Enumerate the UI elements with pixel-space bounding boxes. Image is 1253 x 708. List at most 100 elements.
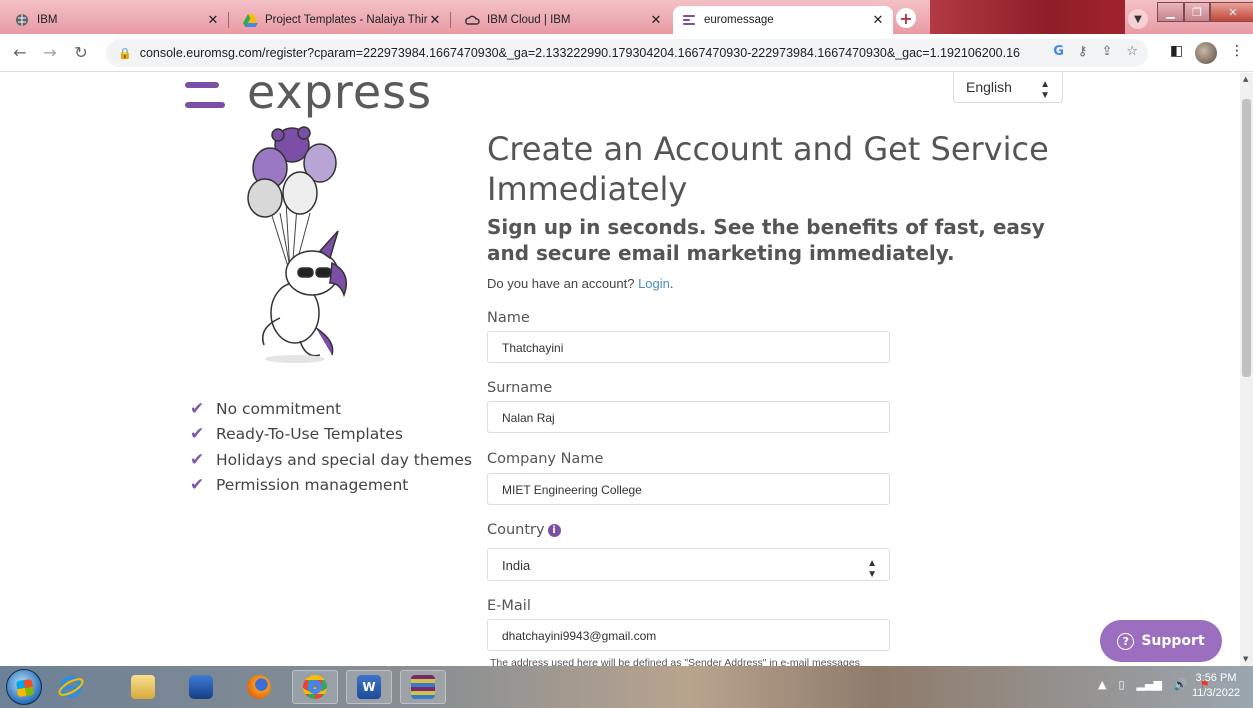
account-prompt-text: Do you have an account? [487, 276, 635, 291]
chrome-icon[interactable] [292, 670, 338, 704]
reload-icon[interactable]: ↻ [71, 43, 91, 62]
tab-title: IBM Cloud | IBM [487, 14, 571, 26]
feature-item: ✔ Holidays and special day themes [190, 447, 472, 473]
support-label: Support [1141, 633, 1205, 649]
omnibox-icons: G ⚷ ⇪ ☆ [1053, 44, 1138, 59]
tab-project-templates[interactable]: Project Templates - Nalaiya Thira ✕ [234, 6, 451, 34]
tab-search-icon[interactable]: ▼ [1128, 9, 1148, 29]
address-bar[interactable]: 🔒 console.euromsg.com/register?cparam=22… [106, 39, 1148, 67]
support-button[interactable]: ? Support [1100, 620, 1222, 662]
logo-word: express [247, 73, 433, 119]
email-hint: The address used here will be defined as… [490, 657, 860, 666]
profile-avatar[interactable] [1195, 42, 1217, 64]
file-explorer-icon[interactable] [120, 670, 166, 704]
surname-label: Surname [487, 380, 553, 396]
url-text: console.euromsg.com/register?cparam=2229… [139, 46, 1020, 60]
checkmark-icon: ✔ [190, 424, 205, 445]
feature-text: Ready-To-Use Templates [216, 425, 403, 444]
tab-separator [450, 12, 451, 28]
company-name-label: Company Name [487, 451, 604, 467]
unicorn-balloons-illustration [247, 126, 347, 363]
scrollbar-thumb[interactable] [1242, 99, 1251, 377]
start-button[interactable] [6, 669, 42, 705]
globe-icon [14, 12, 30, 28]
tab-title: euromessage [704, 14, 774, 26]
media-player-icon[interactable] [178, 670, 224, 704]
select-arrows-icon: ▲ ▼ [1040, 79, 1050, 101]
account-prompt: Do you have an account? Login. [487, 276, 674, 291]
checkmark-icon: ✔ [190, 398, 205, 419]
register-page: express English ▲ ▼ ✔ No commitment ✔ Re… [0, 73, 1240, 666]
tray-expand-icon[interactable]: ▲ [1098, 678, 1106, 691]
share-icon[interactable]: ⇪ [1101, 44, 1112, 59]
google-icon[interactable]: G [1053, 44, 1064, 59]
scroll-up-icon[interactable]: ▲ [1243, 75, 1248, 83]
taskbar-clock[interactable]: 3:56 PM 11/3/2022 [1183, 671, 1249, 701]
language-value: English [966, 79, 1012, 95]
forward-arrow-icon[interactable]: → [40, 43, 60, 62]
tab-ibm[interactable]: IBM ✕ [6, 6, 229, 34]
tab-strip: IBM ✕ Project Templates - Nalaiya Thira … [0, 0, 1253, 34]
clock-time: 3:56 PM [1195, 672, 1237, 684]
checkmark-icon: ✔ [190, 449, 205, 470]
browser-toolbar: ← → ↻ 🔒 console.euromsg.com/register?cpa… [0, 34, 1253, 72]
page-subtitle: Sign up in seconds. See the benefits of … [487, 215, 1045, 265]
unicorn [262, 230, 347, 357]
email-input[interactable]: dhatchayini9943@gmail.com [487, 619, 890, 651]
windows-taskbar: W ▲ ▯ ▂▄▆ 🔊 ⚑ 3:56 PM 11/3/2022 [0, 666, 1253, 708]
lock-icon[interactable]: 🔒 [118, 47, 132, 60]
page-scrollbar[interactable]: ▲ ▼ [1240, 73, 1253, 666]
shadow [265, 355, 325, 363]
word-icon[interactable]: W [346, 670, 392, 704]
close-tab-icon[interactable]: ✕ [649, 13, 663, 28]
name-input[interactable]: Thatchayini [487, 331, 890, 363]
feature-list: ✔ No commitment ✔ Ready-To-Use Templates… [190, 396, 472, 498]
logo-mark-icon [185, 82, 225, 108]
company-name-input[interactable]: MIET Engineering College [487, 473, 890, 505]
close-tab-icon[interactable]: ✕ [428, 13, 442, 28]
minimize-icon[interactable]: ▁ [1157, 2, 1184, 22]
login-link[interactable]: Login [638, 276, 670, 291]
info-icon[interactable]: i [547, 524, 561, 537]
clock-date: 11/3/2022 [1191, 687, 1241, 699]
new-tab-button[interactable]: + [896, 8, 916, 28]
tab-title: IBM [37, 14, 58, 26]
close-window-icon[interactable]: ✕ [1210, 2, 1253, 22]
feature-item: ✔ Ready-To-Use Templates [190, 422, 472, 448]
side-panel-icon[interactable]: ◧ [1170, 43, 1183, 59]
help-circle-icon: ? [1117, 632, 1135, 650]
bookmark-star-icon[interactable]: ☆ [1126, 44, 1138, 59]
maximize-icon[interactable]: ❐ [1184, 2, 1210, 22]
email-label: E-Mail [487, 598, 531, 614]
country-label: Country i [487, 522, 561, 538]
scroll-down-icon[interactable]: ▼ [1243, 655, 1248, 663]
surname-input[interactable]: Nalan Raj [487, 401, 890, 433]
back-arrow-icon[interactable]: ← [10, 43, 30, 62]
balloons [247, 126, 337, 218]
country-label-text: Country [487, 522, 545, 538]
euromessage-icon [681, 12, 697, 28]
ie-icon[interactable] [48, 670, 94, 704]
express-logo[interactable]: express [185, 73, 432, 119]
feature-text: Holidays and special day themes [216, 450, 472, 469]
ibm-cloud-icon [464, 12, 480, 28]
menu-kebab-icon[interactable]: ⋮ [1230, 43, 1244, 59]
close-tab-icon[interactable]: ✕ [871, 13, 885, 28]
tab-strip-background [930, 0, 1125, 34]
close-tab-icon[interactable]: ✕ [206, 13, 220, 28]
feature-item: ✔ No commitment [190, 396, 472, 422]
name-label: Name [487, 310, 530, 326]
firefox-icon[interactable] [236, 670, 282, 704]
language-select[interactable]: English ▲ ▼ [953, 73, 1063, 103]
country-select[interactable]: India ▲ ▼ [487, 548, 890, 581]
checkmark-icon: ✔ [190, 475, 205, 496]
winrar-icon[interactable] [400, 670, 446, 704]
key-icon[interactable]: ⚷ [1078, 44, 1088, 59]
tab-title: Project Templates - Nalaiya Thira [265, 14, 428, 26]
drive-icon [242, 12, 258, 28]
network-signal-icon[interactable]: ▂▄▆ [1137, 678, 1162, 691]
tab-ibm-cloud[interactable]: IBM Cloud | IBM ✕ [456, 6, 671, 34]
battery-icon[interactable]: ▯ [1118, 678, 1124, 691]
feature-text: No commitment [216, 399, 342, 418]
tab-euromessage[interactable]: euromessage ✕ [673, 6, 893, 34]
